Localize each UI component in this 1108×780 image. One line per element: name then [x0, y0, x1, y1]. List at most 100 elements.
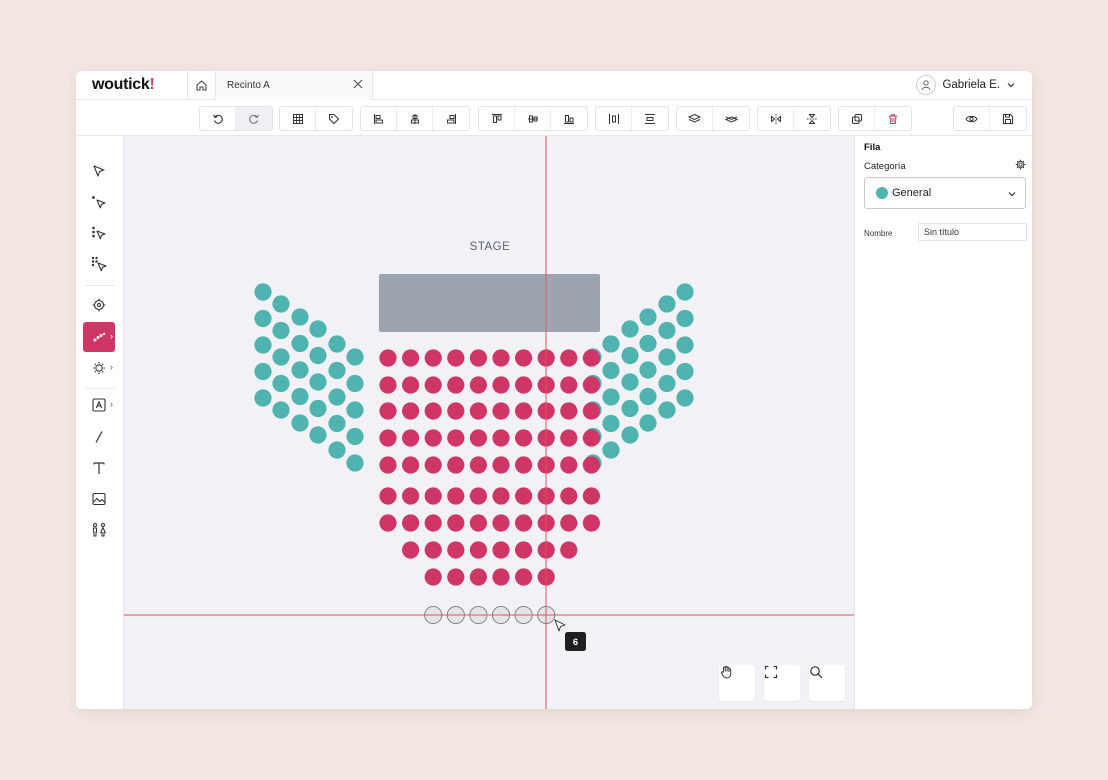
- seat-crimson[interactable]: [424, 376, 442, 394]
- seat-crimson[interactable]: [560, 514, 578, 532]
- seat-teal[interactable]: [346, 454, 364, 472]
- seat-teal[interactable]: [272, 295, 290, 313]
- seat-crimson[interactable]: [402, 514, 420, 532]
- seat-teal[interactable]: [602, 414, 620, 433]
- seat-crimson[interactable]: [447, 514, 465, 532]
- gear-icon[interactable]: [1015, 159, 1026, 170]
- seat-teal[interactable]: [291, 414, 309, 432]
- seat-teal[interactable]: [621, 373, 639, 391]
- text-tool-button[interactable]: [83, 453, 115, 483]
- seat-crimson[interactable]: [379, 402, 397, 420]
- seat-teal[interactable]: [658, 374, 676, 393]
- seat-crimson[interactable]: [515, 568, 533, 586]
- align-left-button[interactable]: [361, 107, 397, 130]
- seat-crimson[interactable]: [560, 456, 578, 474]
- seat-teal[interactable]: [639, 308, 657, 326]
- seat-crimson[interactable]: [515, 487, 533, 505]
- seat-crimson[interactable]: [560, 487, 578, 505]
- seat-crimson[interactable]: [402, 487, 420, 505]
- seat-crimson[interactable]: [447, 487, 465, 505]
- seat-teal[interactable]: [328, 361, 346, 380]
- flip-horizontal-button[interactable]: [758, 107, 794, 130]
- seat-crimson[interactable]: [515, 429, 533, 447]
- seat-crimson[interactable]: [447, 568, 465, 586]
- seat-map-svg[interactable]: STAGE 6: [124, 136, 854, 709]
- seat-teal[interactable]: [602, 361, 620, 380]
- select-section-tool-button[interactable]: [83, 249, 115, 279]
- seat-teal[interactable]: [291, 334, 309, 353]
- select-tool-button[interactable]: [83, 156, 115, 186]
- distribute-horizontal-button[interactable]: [596, 107, 632, 130]
- seat-crimson[interactable]: [402, 456, 420, 474]
- seat-crimson[interactable]: [379, 376, 397, 394]
- seat-teal[interactable]: [639, 414, 657, 432]
- seat-teal[interactable]: [346, 348, 364, 366]
- seat-crimson[interactable]: [560, 541, 578, 559]
- seat-teal[interactable]: [658, 321, 676, 340]
- seat-crimson[interactable]: [424, 514, 442, 532]
- seat-crimson[interactable]: [515, 376, 533, 394]
- seat-crimson[interactable]: [402, 541, 420, 559]
- seat-crimson[interactable]: [447, 402, 465, 420]
- home-icon[interactable]: [187, 71, 215, 100]
- seat-teal[interactable]: [309, 399, 327, 418]
- align-center-button[interactable]: [397, 107, 433, 130]
- seat-crimson[interactable]: [469, 541, 487, 559]
- focus-tool-button[interactable]: [83, 290, 115, 320]
- seat-teal[interactable]: [272, 348, 290, 366]
- seat-crimson[interactable]: [560, 402, 578, 420]
- zoom-button[interactable]: [809, 665, 845, 701]
- seat-teal[interactable]: [676, 362, 694, 381]
- label-tool-button[interactable]: ›: [83, 390, 115, 420]
- seat-crimson[interactable]: [492, 349, 510, 367]
- category-select[interactable]: General: [864, 177, 1026, 209]
- seat-teal[interactable]: [621, 346, 639, 365]
- seat-crimson[interactable]: [402, 376, 420, 394]
- seat-teal[interactable]: [639, 334, 657, 353]
- line-tool-button[interactable]: [83, 422, 115, 452]
- duplicate-button[interactable]: [839, 107, 875, 130]
- woutick-logo[interactable]: woutick!: [92, 76, 155, 94]
- seat-crimson[interactable]: [469, 349, 487, 367]
- delete-button[interactable]: [875, 107, 911, 130]
- seat-crimson[interactable]: [469, 456, 487, 474]
- seat-teal[interactable]: [658, 401, 676, 419]
- seat-crimson[interactable]: [469, 376, 487, 394]
- seat-teal[interactable]: [254, 336, 272, 354]
- seat-crimson[interactable]: [379, 429, 397, 447]
- preview-button[interactable]: [954, 107, 990, 130]
- seat-teal[interactable]: [346, 401, 364, 419]
- seat-crimson[interactable]: [582, 402, 600, 420]
- seat-crimson[interactable]: [402, 429, 420, 447]
- seat-crimson[interactable]: [582, 349, 600, 367]
- row-tool-button[interactable]: ›: [83, 322, 115, 352]
- table-tool-button[interactable]: ›: [83, 353, 115, 383]
- seat-teal[interactable]: [676, 283, 694, 301]
- seat-crimson[interactable]: [447, 349, 465, 367]
- fit-screen-button[interactable]: [764, 665, 800, 701]
- seat-crimson[interactable]: [402, 402, 420, 420]
- seat-teal[interactable]: [639, 387, 657, 406]
- seat-crimson[interactable]: [515, 456, 533, 474]
- save-button[interactable]: [990, 107, 1026, 130]
- bring-forward-button[interactable]: [677, 107, 713, 130]
- seat-crimson[interactable]: [582, 514, 600, 532]
- seat-teal[interactable]: [291, 387, 309, 406]
- seat-crimson[interactable]: [560, 376, 578, 394]
- seat-teal[interactable]: [639, 361, 657, 379]
- seat-teal[interactable]: [328, 441, 346, 459]
- seat-crimson[interactable]: [424, 456, 442, 474]
- seat-teal[interactable]: [254, 283, 272, 301]
- seat-crimson[interactable]: [379, 349, 397, 367]
- seat-teal[interactable]: [621, 399, 639, 418]
- user-menu[interactable]: Gabriela E.: [916, 75, 1016, 95]
- select-seat-tool-button[interactable]: [83, 187, 115, 217]
- seat-teal[interactable]: [309, 320, 327, 338]
- seat-crimson[interactable]: [424, 402, 442, 420]
- tab-recinto-a[interactable]: Recinto A: [215, 71, 373, 100]
- seat-crimson[interactable]: [469, 514, 487, 532]
- seat-crimson[interactable]: [515, 402, 533, 420]
- seat-crimson[interactable]: [492, 402, 510, 420]
- seat-teal[interactable]: [346, 427, 364, 446]
- undo-button[interactable]: [200, 107, 236, 130]
